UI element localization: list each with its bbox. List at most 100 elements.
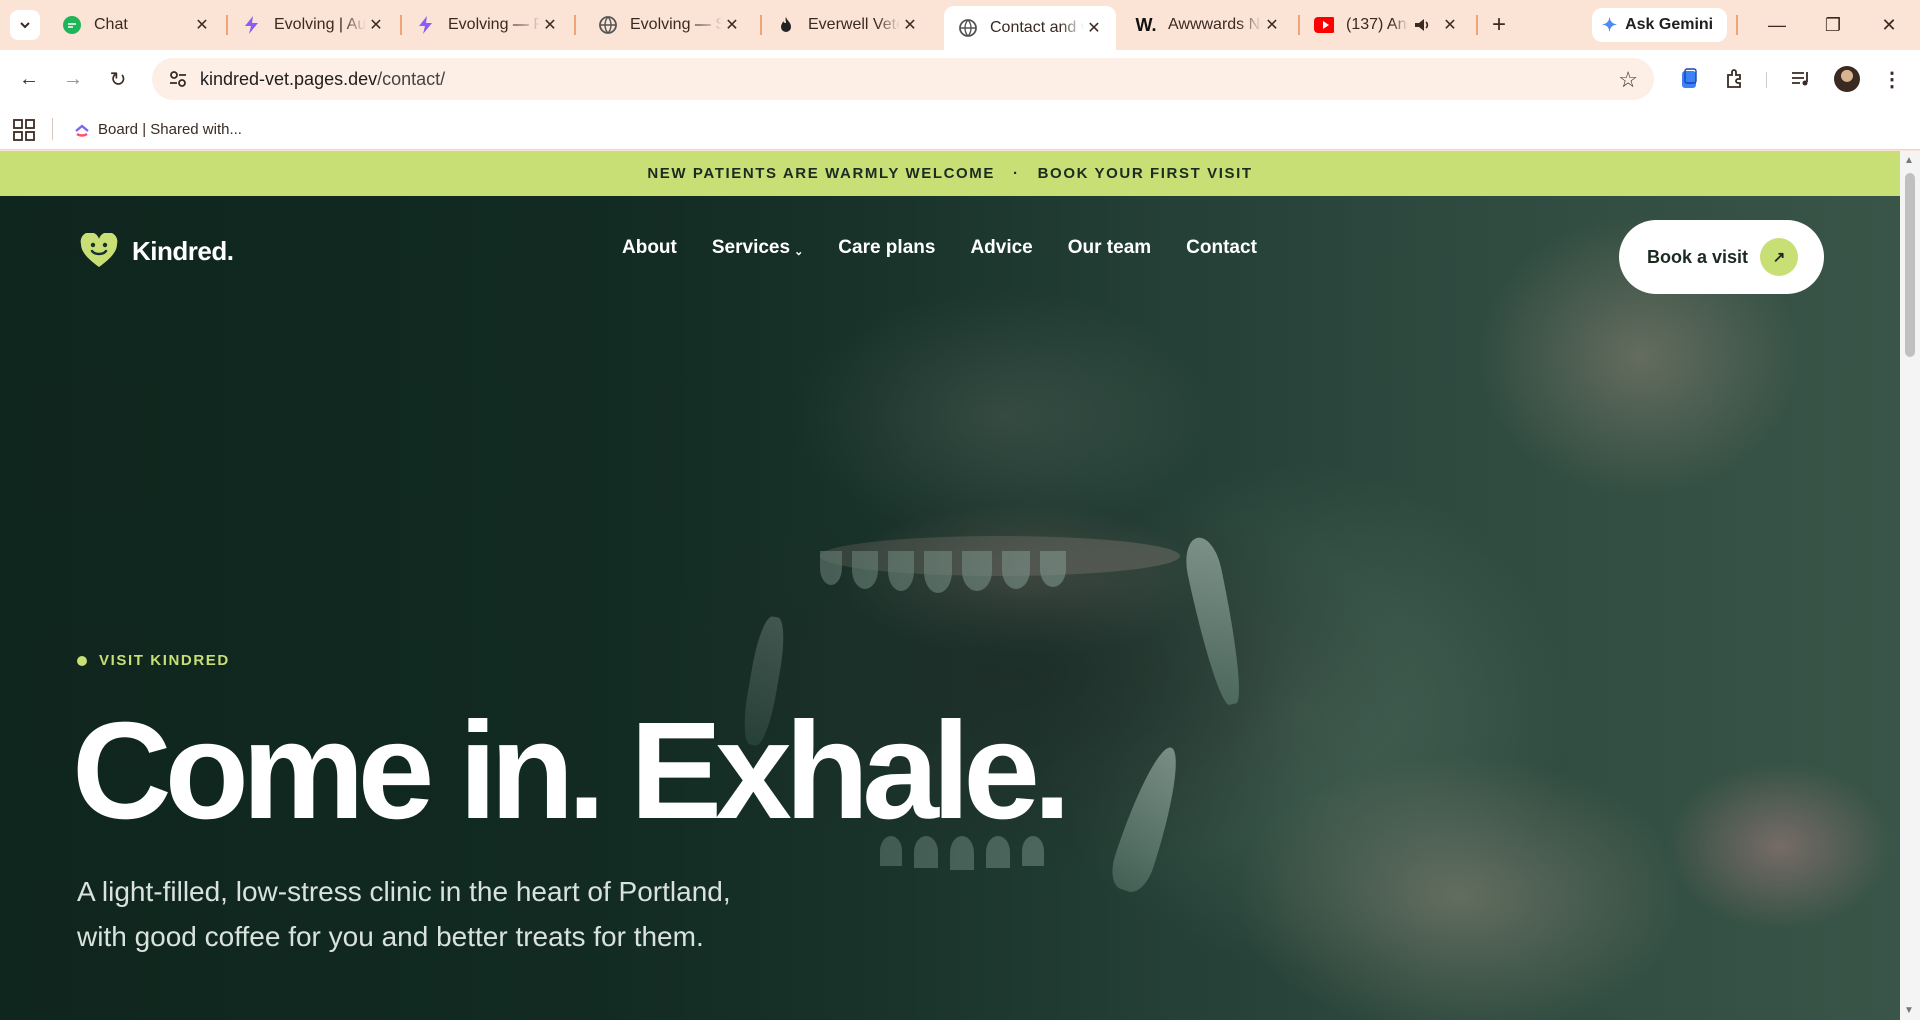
brand-logo-link[interactable]: Kindred. bbox=[80, 233, 234, 269]
dot-icon bbox=[77, 655, 87, 666]
close-icon[interactable]: ✕ bbox=[900, 15, 920, 35]
arrow-left-icon: ← bbox=[19, 67, 39, 90]
book-visit-label: Book a visit bbox=[1647, 246, 1749, 267]
bolt-icon bbox=[416, 15, 436, 35]
book-visit-button[interactable]: Book a visit ↗ bbox=[1619, 220, 1824, 294]
brand-name: Kindred. bbox=[132, 235, 234, 266]
tab-strip: Chat ✕ Evolving | Aut ✕ Evolving — Pl ✕ … bbox=[0, 0, 1920, 50]
main-nav: About Services ⌄ Care plans Advice Our te… bbox=[622, 237, 1292, 259]
tab-title: Contact and v bbox=[990, 19, 1084, 36]
w-icon: W. bbox=[1135, 14, 1157, 35]
site-info-icon[interactable] bbox=[158, 69, 198, 89]
tab-awwwards[interactable]: W. Awwwards Nc ✕ bbox=[1122, 6, 1294, 44]
hero-subheading-line-2: with good coffee for you and better trea… bbox=[77, 921, 704, 952]
restore-button[interactable]: ❐ bbox=[1810, 10, 1856, 40]
restore-icon: ❐ bbox=[1824, 14, 1842, 35]
close-icon[interactable]: ✕ bbox=[540, 15, 560, 35]
close-window-button[interactable]: ✕ bbox=[1866, 10, 1912, 40]
announcement-link[interactable]: BOOK YOUR FIRST VISIT bbox=[1038, 165, 1253, 182]
nav-services[interactable]: Services ⌄ bbox=[712, 237, 803, 259]
tab-youtube[interactable]: (137) Ang ✕ bbox=[1300, 6, 1472, 44]
bolt-icon bbox=[242, 15, 262, 35]
heart-smile-icon bbox=[80, 233, 118, 267]
plus-icon: + bbox=[1491, 11, 1506, 38]
url-host: kindred-vet.pages.dev bbox=[200, 68, 378, 89]
scroll-down-icon[interactable]: ▼ bbox=[1904, 1005, 1914, 1016]
speaker-icon[interactable] bbox=[1412, 15, 1432, 35]
reload-button[interactable]: ↻ bbox=[103, 64, 133, 94]
tab-everwell[interactable]: Everwell Veter ✕ bbox=[762, 6, 932, 44]
tab-separator bbox=[574, 15, 576, 35]
sparkle-icon: ✦ bbox=[1602, 14, 1618, 35]
page-scrollbar[interactable]: ▲ ▼ bbox=[1900, 151, 1920, 1020]
tab-title: Evolving — St bbox=[630, 16, 722, 33]
nav-our-team[interactable]: Our team bbox=[1068, 237, 1151, 259]
arrow-up-right-icon: ↗ bbox=[1760, 238, 1798, 276]
bookmark-label: Board | Shared with... bbox=[98, 120, 242, 138]
copy-extension-icon[interactable] bbox=[1674, 64, 1704, 94]
apps-grid-icon[interactable] bbox=[12, 118, 36, 142]
bookmark-star-icon[interactable]: ☆ bbox=[1618, 67, 1638, 93]
tab-title: Evolving — Pl bbox=[448, 16, 540, 33]
close-icon[interactable]: ✕ bbox=[366, 15, 386, 35]
page-viewport: NEW PATIENTS ARE WARMLY WELCOME · BOOK Y… bbox=[0, 151, 1900, 1020]
arrow-right-icon: → bbox=[63, 67, 83, 90]
ask-gemini-button[interactable]: ✦ Ask Gemini bbox=[1592, 8, 1728, 42]
close-icon: ✕ bbox=[1881, 14, 1897, 35]
nav-care-plans[interactable]: Care plans bbox=[838, 237, 935, 259]
youtube-icon bbox=[1314, 15, 1334, 35]
hero-eyebrow: VISIT KINDRED bbox=[77, 652, 230, 669]
nav-contact[interactable]: Contact bbox=[1186, 237, 1257, 259]
close-icon[interactable]: ✕ bbox=[192, 15, 212, 35]
media-control-icon[interactable] bbox=[1786, 64, 1816, 94]
minimize-button[interactable]: — bbox=[1754, 10, 1800, 40]
nav-advice[interactable]: Advice bbox=[970, 237, 1032, 259]
hero-subheading: A light-filled, low-stress clinic in the… bbox=[77, 869, 837, 959]
close-icon[interactable]: ✕ bbox=[722, 15, 742, 35]
clickup-icon bbox=[75, 124, 89, 137]
announcement-bar: NEW PATIENTS ARE WARMLY WELCOME · BOOK Y… bbox=[0, 151, 1900, 196]
url-text[interactable]: kindred-vet.pages.dev/contact/ bbox=[200, 69, 445, 90]
tab-chat[interactable]: Chat ✕ bbox=[48, 6, 224, 44]
ask-gemini-label: Ask Gemini bbox=[1625, 16, 1714, 33]
bookmarks-divider bbox=[52, 118, 53, 140]
new-tab-button[interactable]: + bbox=[1484, 10, 1514, 40]
close-icon[interactable]: ✕ bbox=[1084, 18, 1104, 38]
hero-section: Kindred. About Services ⌄ Care plans Advi… bbox=[0, 196, 1900, 1020]
nav-services-label: Services bbox=[711, 237, 791, 258]
bookmark-board[interactable]: Board | Shared with... bbox=[74, 117, 242, 141]
announcement-separator: · bbox=[1013, 165, 1020, 182]
reload-icon: ↻ bbox=[109, 68, 127, 91]
minimize-icon: — bbox=[1768, 14, 1786, 35]
chevron-down-icon bbox=[20, 22, 30, 29]
forward-button[interactable]: → bbox=[58, 64, 88, 94]
chat-icon bbox=[62, 15, 82, 35]
close-icon[interactable]: ✕ bbox=[1262, 15, 1282, 35]
tab-evolving-st[interactable]: Evolving — St ✕ bbox=[584, 6, 754, 44]
tab-evolving-aut[interactable]: Evolving | Aut ✕ bbox=[228, 6, 398, 44]
tab-contact-active[interactable]: Contact and v ✕ bbox=[944, 6, 1116, 50]
scroll-up-icon[interactable]: ▲ bbox=[1904, 155, 1914, 166]
browser-toolbar: ← → ↻ kindred-vet.pages.dev/contact/ ☆ ⋮ bbox=[0, 50, 1920, 108]
close-icon[interactable]: ✕ bbox=[1440, 15, 1460, 35]
tab-separator bbox=[1476, 15, 1478, 35]
globe-icon bbox=[598, 15, 618, 35]
toolbar-divider bbox=[1766, 72, 1767, 88]
tab-search-button[interactable] bbox=[10, 10, 40, 40]
hero-headline: Come in. Exhale. bbox=[72, 694, 1071, 848]
hero-subheading-line-1: A light-filled, low-stress clinic in the… bbox=[77, 876, 731, 907]
announcement-left: NEW PATIENTS ARE WARMLY WELCOME bbox=[647, 165, 996, 182]
tab-evolving-pl[interactable]: Evolving — Pl ✕ bbox=[402, 6, 572, 44]
tab-title: Everwell Veter bbox=[808, 16, 900, 33]
flame-icon bbox=[776, 15, 796, 35]
extensions-icon[interactable] bbox=[1720, 64, 1750, 94]
globe-icon bbox=[958, 18, 978, 38]
menu-kebab-icon[interactable]: ⋮ bbox=[1877, 64, 1907, 94]
address-bar[interactable]: kindred-vet.pages.dev/contact/ ☆ bbox=[152, 58, 1654, 100]
back-button[interactable]: ← bbox=[14, 64, 44, 94]
tab-title: (137) Ang bbox=[1346, 16, 1408, 33]
nav-about[interactable]: About bbox=[622, 237, 677, 259]
profile-avatar[interactable] bbox=[1834, 66, 1860, 92]
scrollbar-thumb[interactable] bbox=[1905, 173, 1915, 357]
tab-title: Evolving | Aut bbox=[274, 16, 366, 33]
